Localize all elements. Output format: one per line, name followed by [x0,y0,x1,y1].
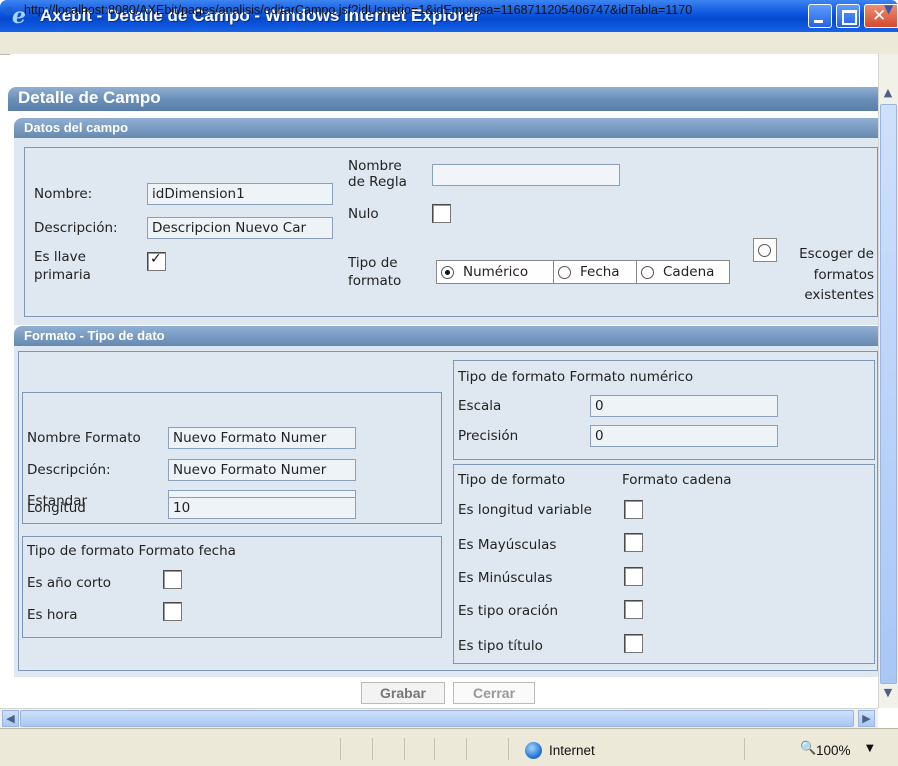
zoom-icon[interactable]: 🔍 [800,741,816,756]
ano-corto-checkbox[interactable] [163,570,182,589]
status-divider [340,738,341,760]
llave-primaria-checkbox[interactable]: ✓ [147,251,166,271]
zoom-level[interactable]: 100% [816,743,851,758]
scroll-right-icon[interactable]: ▶ [858,710,875,727]
radio-unselected-icon [641,266,654,279]
cadena-title: Tipo de formato [458,472,566,488]
section-title-formato: Formato - Tipo de dato [24,328,165,343]
globe-icon [525,742,542,759]
descripcion-label: Descripción: [34,220,118,236]
section-title-datos: Datos del campo [24,120,129,135]
radio-selected-icon [441,266,454,279]
escoger-label-2: formatos [813,267,874,283]
status-divider [466,738,467,760]
vertical-scroll-thumb[interactable] [880,104,897,684]
status-divider [404,738,405,760]
checkmark-icon: ✓ [150,251,162,267]
status-divider [372,738,373,760]
scroll-up-icon[interactable]: ▲ [880,86,896,104]
nombre-label: Nombre: [34,186,93,202]
nulo-label: Nulo [348,206,379,222]
longitud-input[interactable]: 10 [168,497,356,519]
titulo-label: Es tipo título [458,638,543,654]
numerico-title: Tipo de formato Formato numérico [458,369,694,385]
address-url[interactable]: http://localhost:8080/AXEbit/pages/anali… [24,3,879,17]
radio-numerico[interactable]: Numérico [436,260,554,284]
escala-input[interactable]: 0 [590,395,778,417]
minusculas-checkbox[interactable] [624,567,643,586]
oracion-label: Es tipo oración [458,603,559,619]
nombre-formato-input[interactable]: Nuevo Formato Numer [168,427,356,449]
scroll-left-icon[interactable]: ◀ [2,710,19,727]
nulo-checkbox[interactable] [432,204,451,223]
page-title: Detalle de Campo [18,88,161,107]
escoger-label: Escoger de [799,246,874,262]
minusculas-label: Es Minúsculas [458,570,553,586]
escoger-label-3: existentes [804,287,874,303]
regla-label-2: de Regla [348,174,407,190]
status-divider [508,738,509,760]
address-dropdown-icon[interactable]: ▼ [884,2,898,20]
address-bar [0,32,898,55]
status-bar [0,728,898,766]
grabar-button[interactable]: Grabar [361,682,445,704]
hora-checkbox[interactable] [163,602,182,621]
titulo-checkbox[interactable] [624,634,643,653]
mayusculas-label: Es Mayúsculas [458,537,557,553]
precision-input[interactable]: 0 [590,425,778,447]
radio-fecha-label: Fecha [580,264,620,280]
hora-label: Es hora [27,607,78,623]
section-header-datos [14,118,878,139]
horizontal-scroll-thumb[interactable] [20,710,854,727]
nombre-input[interactable]: idDimension1 [147,183,333,205]
radio-cadena-label: Cadena [663,264,715,280]
descripcion-formato-input[interactable]: Nuevo Formato Numer [168,459,356,481]
regla-input[interactable] [432,164,620,186]
status-divider [434,738,435,760]
zoom-dropdown-icon[interactable]: ▼ [866,743,874,754]
precision-label: Precisión [458,428,519,444]
longitud-label: Longitud [27,500,86,516]
scroll-down-icon[interactable]: ▼ [880,686,896,704]
radio-numerico-label: Numérico [463,264,529,280]
radio-unselected-icon [558,266,571,279]
zone-label: Internet [549,743,595,758]
regla-label: Nombre [348,158,402,174]
escala-label: Escala [458,398,502,414]
fecha-title: Tipo de formato Formato fecha [27,543,236,559]
llave-label-2: primaria [34,267,91,283]
long-variable-label: Es longitud variable [458,502,592,518]
radio-cadena[interactable]: Cadena [636,260,730,284]
tipo-formato-label-2: formato [348,273,402,289]
tipo-formato-label: Tipo de [348,255,398,271]
long-variable-checkbox[interactable] [624,500,643,519]
page-icon: e [4,1,14,19]
formato-cadena-box [453,464,875,664]
descripcion-input[interactable]: Descripcion Nuevo Car [147,217,333,239]
radio-fecha[interactable]: Fecha [553,260,637,284]
cerrar-button[interactable]: Cerrar [453,682,535,704]
status-divider [744,738,745,760]
oracion-checkbox[interactable] [624,600,643,619]
cadena-title-2: Formato cadena [622,472,732,488]
mayusculas-checkbox[interactable] [624,533,643,552]
ano-corto-label: Es año corto [27,575,112,591]
descripcion-formato-label: Descripción: [27,462,111,478]
llave-label: Es llave [34,249,86,265]
nombre-formato-label: Nombre Formato [27,430,141,446]
